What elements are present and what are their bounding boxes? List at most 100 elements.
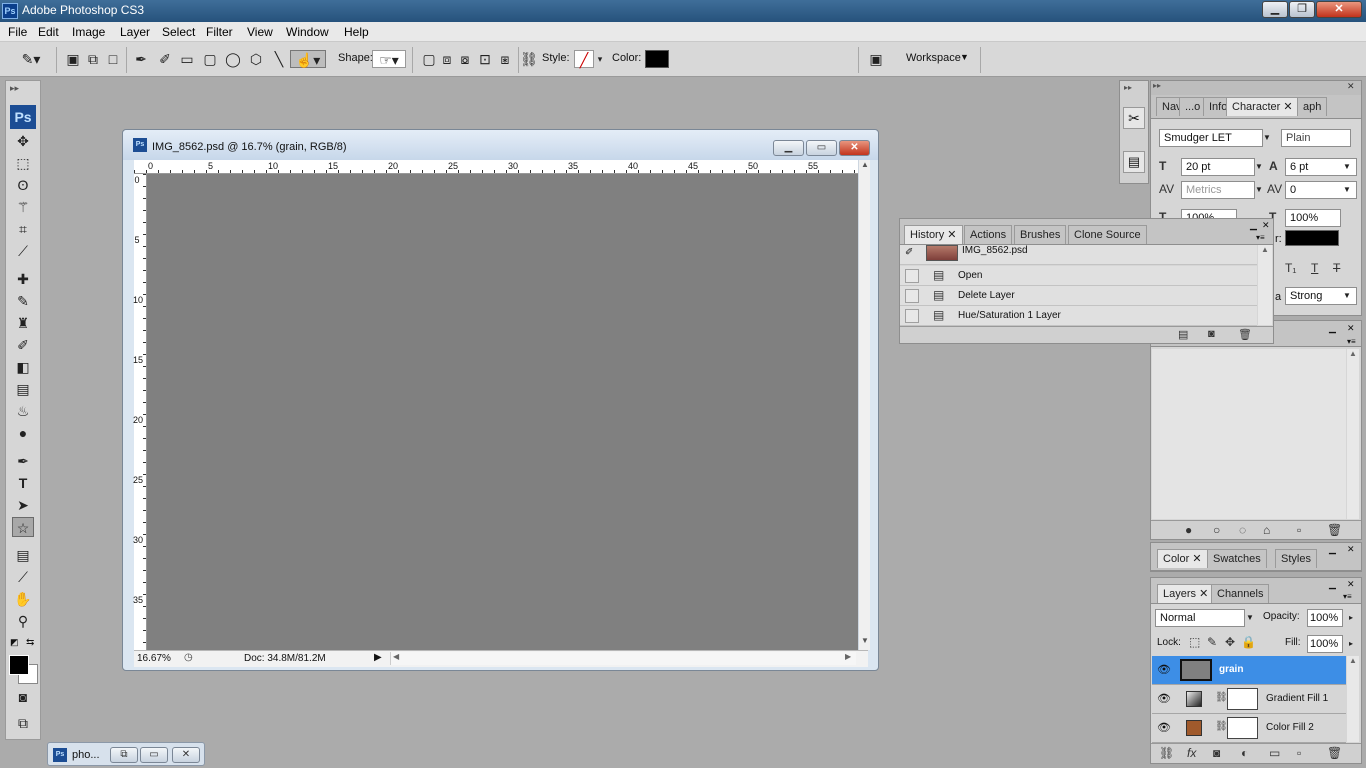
history-scrollbar[interactable]: ▲: [1258, 245, 1272, 325]
move-tool-icon[interactable]: ✥: [12, 131, 34, 151]
swap-colors-icon[interactable]: ⇆: [26, 637, 34, 648]
underline-icon[interactable]: T: [1311, 261, 1318, 275]
status-expand-icon[interactable]: ▶: [374, 652, 382, 663]
menu-view[interactable]: View: [247, 25, 273, 39]
tab-close-icon[interactable]: ✕: [1283, 101, 1292, 113]
delete-layer-icon[interactable]: 🗑: [1327, 746, 1342, 760]
scroll-left-icon[interactable]: ◀: [393, 652, 399, 661]
style-swatch[interactable]: ╱: [574, 50, 594, 68]
subscript-icon[interactable]: T₁: [1285, 261, 1296, 275]
panel-grip-icon[interactable]: ▸▸: [1153, 81, 1161, 90]
document-close-button[interactable]: ✕: [839, 140, 870, 156]
delete-state-icon[interactable]: 🗑: [1238, 328, 1252, 341]
font-size-dropdown-icon[interactable]: ▼: [1253, 158, 1265, 176]
tab-close-icon[interactable]: ✕: [947, 229, 956, 241]
tab-paragraph[interactable]: aph: [1297, 97, 1328, 116]
layers-panel-menu-icon[interactable]: ▾≡: [1343, 592, 1352, 601]
lock-position-icon[interactable]: ✥: [1225, 635, 1235, 649]
marquee-tool-icon[interactable]: ⬚: [12, 153, 34, 173]
new-document-from-state-icon[interactable]: ▤: [1178, 328, 1188, 341]
tracking-dropdown-icon[interactable]: ▼: [1341, 181, 1353, 199]
blur-tool-icon[interactable]: ♨: [12, 401, 34, 421]
intersect-shape-area-icon[interactable]: ⊡: [476, 50, 494, 68]
tab-clone-source[interactable]: Clone Source: [1068, 225, 1147, 244]
antialias-dropdown-icon[interactable]: ▼: [1341, 287, 1353, 305]
opacity-slider-icon[interactable]: ▸: [1345, 609, 1357, 627]
tab-close-icon[interactable]: ✕: [1192, 553, 1201, 565]
blend-mode-dropdown-icon[interactable]: ▼: [1244, 609, 1256, 627]
fill-path-icon[interactable]: ●: [1185, 523, 1192, 537]
link-icon[interactable]: ⛓: [1215, 692, 1228, 703]
history-snapshot[interactable]: ✐ IMG_8562.psd: [900, 245, 1257, 265]
layer-comps-icon[interactable]: ▤: [1123, 151, 1145, 173]
slice-tool-icon[interactable]: ⟋: [12, 241, 34, 261]
load-selection-icon[interactable]: ◌: [1239, 523, 1246, 537]
fill-field[interactable]: 100%: [1307, 635, 1343, 653]
paths-list[interactable]: [1152, 349, 1346, 519]
maximize-button[interactable]: ❐: [1289, 1, 1315, 18]
pen-tool-icon[interactable]: ✒: [132, 50, 150, 68]
lock-all-icon[interactable]: 🔒: [1241, 635, 1256, 649]
menu-select[interactable]: Select: [162, 25, 195, 39]
subtract-shape-area-icon[interactable]: ⧇: [456, 50, 474, 68]
tab-color[interactable]: Color ✕: [1157, 549, 1208, 568]
lock-image-icon[interactable]: ✎: [1207, 635, 1217, 649]
type-tool-icon[interactable]: T: [12, 473, 34, 493]
layer-row[interactable]: 👁 ⛓ Color Fill 2: [1152, 714, 1346, 743]
healing-brush-icon[interactable]: ✚: [12, 269, 34, 289]
quick-mask-icon[interactable]: ◙: [12, 687, 34, 707]
panel-close-icon[interactable]: ✕: [1347, 544, 1355, 555]
blend-mode-select[interactable]: Normal: [1155, 609, 1245, 627]
tab-close-icon[interactable]: ✕: [1199, 588, 1208, 600]
new-snapshot-icon[interactable]: ◙: [1208, 328, 1215, 340]
add-shape-area-icon[interactable]: ⧈: [438, 50, 456, 68]
workspace-dropdown-icon[interactable]: ▼: [960, 52, 969, 62]
link-icon[interactable]: ⛓: [1215, 721, 1228, 732]
ellipse-tool-icon[interactable]: ◯: [224, 50, 242, 68]
link-icon[interactable]: ⛓: [520, 50, 538, 68]
minimized-document[interactable]: Ps pho... ⧉ ▭ ✕: [47, 742, 205, 766]
zoom-level[interactable]: 16.67%: [137, 653, 171, 664]
eye-icon[interactable]: 👁: [1157, 663, 1171, 676]
paths-scrollbar[interactable]: ▲: [1347, 349, 1359, 519]
document-minimize-button[interactable]: ▁: [773, 140, 804, 156]
leading-dropdown-icon[interactable]: ▼: [1341, 158, 1353, 176]
bridge-icon[interactable]: ▣: [864, 50, 888, 68]
history-item[interactable]: ▤ Open: [900, 266, 1257, 286]
magic-wand-icon[interactable]: ⚚: [12, 197, 34, 217]
panel-header[interactable]: ▸▸ ✕: [1151, 81, 1361, 95]
custom-shape-tool-icon[interactable]: ☆: [12, 517, 34, 537]
zoom-tool-icon[interactable]: ⚲: [12, 611, 34, 631]
exclude-shape-area-icon[interactable]: ⧆: [496, 50, 514, 68]
layer-row[interactable]: 👁 grain: [1152, 656, 1346, 685]
tab-channels[interactable]: Channels: [1211, 584, 1270, 603]
kerning-dropdown-icon[interactable]: ▼: [1253, 181, 1265, 199]
dodge-tool-icon[interactable]: ●: [12, 423, 34, 443]
status-menu-icon[interactable]: ◷: [184, 652, 193, 663]
hand-tool-icon[interactable]: ✋: [12, 589, 34, 609]
shape-color-swatch[interactable]: [645, 50, 669, 68]
history-brush-checkbox[interactable]: [905, 309, 919, 323]
gradient-tool-icon[interactable]: ▤: [12, 379, 34, 399]
layer-style-icon[interactable]: fx: [1187, 746, 1196, 760]
crop-tool-icon[interactable]: ⌗: [12, 219, 34, 239]
new-layer-icon[interactable]: ▫: [1297, 746, 1301, 760]
link-layers-icon[interactable]: ⛓: [1159, 746, 1174, 760]
eraser-tool-icon[interactable]: ◧: [12, 357, 34, 377]
scroll-up-icon[interactable]: ▲: [861, 160, 869, 169]
font-size-field[interactable]: 20 pt: [1181, 158, 1255, 176]
tab-brushes[interactable]: Brushes: [1014, 225, 1067, 244]
add-mask-icon[interactable]: ◙: [1213, 746, 1220, 760]
screen-mode-icon[interactable]: ⧉: [12, 713, 34, 733]
history-brush-source-icon[interactable]: ✐: [905, 247, 913, 258]
tab-actions[interactable]: Actions: [964, 225, 1013, 244]
history-brush-checkbox[interactable]: [905, 269, 919, 283]
line-tool-icon[interactable]: ╲: [270, 50, 288, 68]
adjustment-layer-icon[interactable]: ◐: [1241, 746, 1248, 760]
tool-presets-icon[interactable]: ✂: [1123, 107, 1145, 129]
toolbox-grip-icon[interactable]: ▸▸: [10, 83, 19, 94]
menu-window[interactable]: Window: [286, 25, 329, 39]
shape-layers-icon[interactable]: ▣: [64, 50, 82, 68]
font-style-select[interactable]: Plain: [1281, 129, 1351, 147]
tab-styles[interactable]: Styles: [1275, 549, 1317, 568]
